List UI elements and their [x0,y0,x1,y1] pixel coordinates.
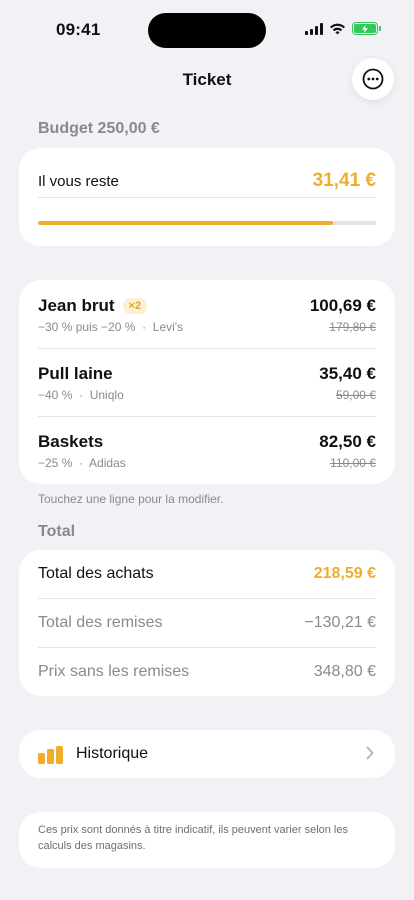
bar-chart-icon [38,746,63,764]
separator-dot: · [75,388,87,402]
disclaimer-text: Ces prix sont donnés à titre indicatif, … [38,824,348,852]
list-item[interactable]: Baskets −25 % · Adidas 82,50 € 110,00 € [38,416,376,484]
price-without-discounts-row: Prix sans les remises 348,80 € [38,648,376,696]
divider [38,197,376,198]
total-purchases-label: Total des achats [38,565,154,582]
item-old-price: 59,00 € [335,388,376,402]
list-item[interactable]: Jean brut ×2 −30 % puis −20 % · Levi's 1… [38,280,376,348]
disclaimer-card: Ces prix sont donnés à titre indicatif, … [19,812,395,868]
wifi-icon [330,23,345,34]
list-item[interactable]: Pull laine −40 % · Uniqlo 35,40 € 59,00 … [38,348,376,416]
item-old-price: 110,00 € [330,456,376,470]
budget-label: Budget 250,00 € [38,120,160,137]
price-without-discounts-value: 348,80 € [313,663,376,680]
item-brand: Uniqlo [89,388,124,402]
item-brand: Levi's [152,320,184,334]
total-discounts-value: −130,21 € [304,614,376,631]
item-name: Pull laine [38,364,113,383]
total-purchases-row: Total des achats 218,59 € [38,550,376,598]
total-discounts-label: Total des remises [38,614,163,631]
status-bar: 09:41 [0,0,414,60]
item-price: 100,69 € [309,296,376,315]
history-label: Historique [76,745,149,762]
chevron-right-icon [366,746,374,760]
dynamic-island [148,13,266,48]
ellipsis-circle-icon [362,68,384,90]
item-details: −40 % · Uniqlo [38,388,124,402]
edit-hint: Touchez une ligne pour la modifier. [38,492,224,506]
remaining-row: Il vous reste 31,41 € [38,164,376,198]
item-name: Baskets [38,432,104,451]
item-old-price: 179,80 € [329,320,376,334]
item-brand: Adidas [89,456,126,470]
status-icons [305,22,381,35]
total-discounts-row: Total des remises −130,21 € [38,599,376,647]
item-name-row: Baskets [38,432,103,452]
separator-dot: · [138,320,150,334]
total-purchases-value: 218,59 € [313,565,376,582]
item-details: −30 % puis −20 % · Levi's [38,320,183,334]
item-price: 35,40 € [319,364,376,383]
item-discount: −40 % [38,388,73,402]
remaining-value: 31,41 € [312,170,376,191]
separator-dot: · [75,456,87,470]
history-button[interactable]: Historique [19,730,395,778]
item-name: Jean brut [38,296,115,315]
budget-card: Il vous reste 31,41 € [19,148,395,246]
items-card: Jean brut ×2 −30 % puis −20 % · Levi's 1… [19,280,395,484]
remaining-label: Il vous reste [38,172,119,190]
item-discount: −25 % [38,456,73,470]
item-price: 82,50 € [319,432,376,451]
more-options-button[interactable] [352,58,394,100]
battery-charging-icon [352,22,381,35]
totals-card: Total des achats 218,59 € Total des remi… [19,550,395,696]
quantity-badge: ×2 [122,298,148,314]
cellular-signal-icon [305,22,323,35]
budget-progress-bar [38,221,376,225]
item-details: −25 % · Adidas [38,456,126,470]
price-without-discounts-label: Prix sans les remises [38,663,190,680]
item-name-row: Pull laine [38,364,113,384]
budget-progress-fill [38,221,334,225]
status-time: 09:41 [56,20,101,39]
total-section-label: Total [38,523,76,540]
item-discount: −30 % puis −20 % [38,320,136,334]
item-name-row: Jean brut ×2 [38,296,148,316]
